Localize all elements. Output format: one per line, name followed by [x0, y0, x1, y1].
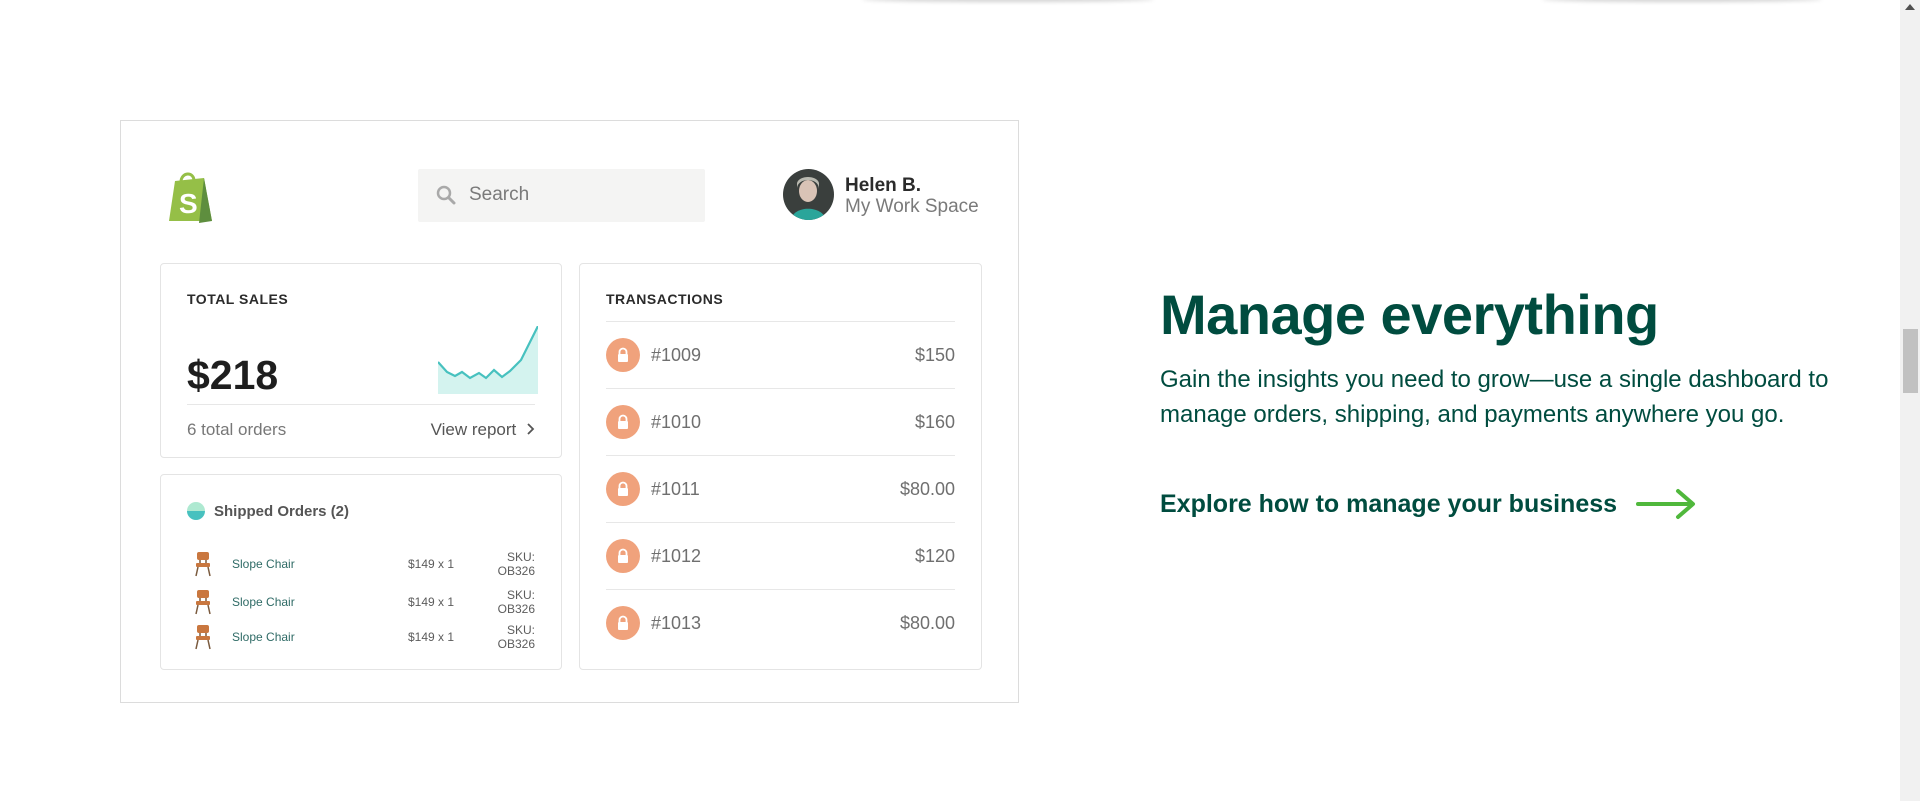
shipped-orders-card: Shipped Orders (2) Slope Chair $149 x 1 …	[160, 474, 562, 670]
explore-business-label: Explore how to manage your business	[1160, 489, 1618, 518]
search-input[interactable]: Search	[418, 169, 705, 222]
table-row[interactable]: #1012 $120	[606, 522, 955, 589]
shipped-status-icon	[187, 502, 205, 520]
scroll-thumb[interactable]	[1903, 329, 1918, 393]
transaction-amount: $80.00	[899, 612, 955, 633]
user-workspace: My Work Space	[845, 196, 979, 217]
lock-icon	[606, 472, 640, 506]
transaction-id: #1013	[651, 612, 702, 633]
table-row[interactable]: #1011 $80.00	[606, 455, 955, 522]
product-price: $149 x 1	[408, 595, 455, 609]
product-sku: SKU: OB326	[497, 588, 535, 616]
product-sku: SKU: OB326	[497, 550, 535, 578]
total-orders: 6 total orders	[187, 420, 287, 439]
section-description: Gain the insights you need to grow—use a…	[1160, 366, 1829, 428]
chair-icon	[195, 625, 211, 650]
lock-icon	[606, 606, 640, 640]
transaction-amount: $80.00	[899, 478, 955, 499]
sales-amount: $218	[187, 352, 279, 398]
product-name: Slope Chair	[232, 595, 295, 609]
product-sku: SKU: OB326	[497, 623, 535, 651]
transaction-amount: $160	[914, 411, 955, 432]
user-photo	[783, 169, 834, 220]
arrow-right-icon	[1636, 489, 1696, 519]
dashboard-preview: S Search Helen B. My Work Space TOTAL SA…	[120, 120, 1019, 703]
svg-text:S: S	[179, 188, 198, 219]
avatar[interactable]	[783, 169, 834, 220]
lock-icon	[606, 405, 640, 439]
total-sales-title: TOTAL SALES	[187, 291, 289, 307]
product-price: $149 x 1	[408, 557, 455, 571]
divider	[187, 404, 535, 405]
sales-sparkline	[438, 326, 538, 394]
list-item[interactable]: Slope Chair $149 x 1 SKU: OB326	[187, 550, 535, 578]
table-row[interactable]: #1009 $150	[606, 321, 955, 388]
shipped-orders-header: Shipped Orders (2)	[187, 502, 349, 520]
shopify-bag-icon: S	[169, 172, 212, 223]
transactions-title: TRANSACTIONS	[606, 291, 724, 307]
transactions-list: #1009 $150 #1010 $160 #1011 $80.00 #1012…	[606, 321, 955, 656]
chair-icon	[195, 590, 211, 615]
chevron-right-icon	[527, 423, 535, 435]
list-item[interactable]: Slope Chair $149 x 1 SKU: OB326	[187, 623, 535, 651]
table-row[interactable]: #1010 $160	[606, 388, 955, 455]
transactions-card: TRANSACTIONS #1009 $150 #1010 $160 #1011…	[579, 263, 982, 670]
view-report-link[interactable]: View report	[431, 420, 535, 440]
product-name: Slope Chair	[232, 630, 295, 644]
transaction-id: #1011	[651, 478, 700, 499]
transaction-amount: $150	[914, 344, 955, 365]
scroll-up-arrow[interactable]	[1905, 4, 1915, 10]
transaction-id: #1012	[651, 545, 702, 566]
table-row[interactable]: #1013 $80.00	[606, 589, 955, 656]
search-placeholder: Search	[469, 184, 530, 205]
shipped-orders-title: Shipped Orders (2)	[214, 502, 350, 520]
section-headline: Manage everything	[1160, 283, 1659, 346]
explore-business-link[interactable]: Explore how to manage your business	[1160, 488, 1697, 520]
lock-icon	[606, 338, 640, 372]
transaction-amount: $120	[914, 545, 955, 566]
total-sales-card: TOTAL SALES $218 6 total orders View rep…	[160, 263, 562, 458]
lock-icon	[606, 539, 640, 573]
transaction-id: #1010	[651, 411, 702, 432]
product-name: Slope Chair	[232, 557, 295, 571]
chair-icon	[195, 552, 211, 577]
user-name: Helen B.	[845, 175, 922, 196]
list-item[interactable]: Slope Chair $149 x 1 SKU: OB326	[187, 588, 535, 616]
view-report-label: View report	[430, 420, 517, 439]
search-icon	[436, 185, 456, 205]
page-scrollbar[interactable]	[1900, 0, 1920, 801]
transaction-id: #1009	[651, 344, 702, 365]
product-price: $149 x 1	[408, 630, 455, 644]
